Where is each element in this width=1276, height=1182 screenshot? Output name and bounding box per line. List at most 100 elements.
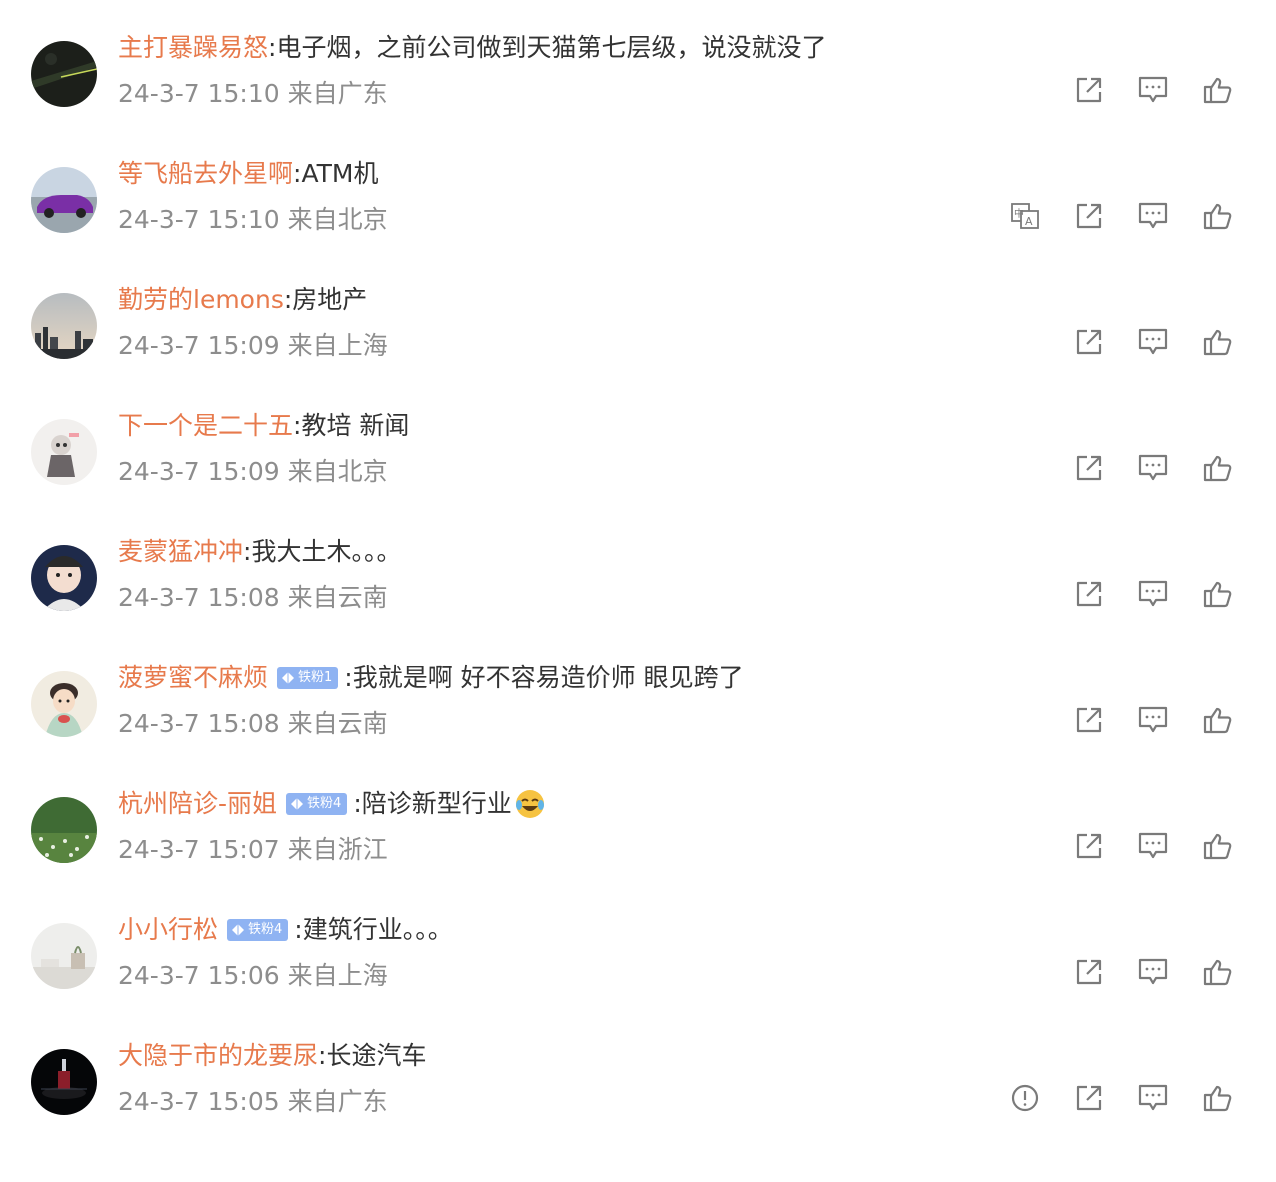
comment-text: 房地产: [292, 285, 368, 314]
comment-actions: [1074, 75, 1232, 105]
like-icon[interactable]: [1202, 327, 1232, 357]
fan-badge-label: 铁粉1: [298, 670, 333, 685]
username-link[interactable]: 主打暴躁易怒: [118, 30, 268, 66]
username-link[interactable]: 菠萝蜜不麻烦: [118, 660, 268, 696]
comment-text: 我就是啊 好不容易造价师 眼见跨了: [352, 663, 744, 692]
comment-icon[interactable]: [1138, 327, 1168, 357]
comment-line: 主打暴躁易怒: 电子烟，之前公司做到天猫第七层级，说没就没了: [118, 30, 826, 66]
comment-line: 勤劳的lemons: 房地产: [118, 282, 367, 318]
share-icon[interactable]: [1074, 957, 1104, 987]
comment-line: 下一个是二十五: 教培 新闻: [118, 408, 409, 444]
comment-icon[interactable]: [1138, 705, 1168, 735]
comment-text: 教培 新闻: [301, 411, 410, 440]
username-link[interactable]: 大隐于市的龙要尿: [118, 1038, 318, 1074]
avatar[interactable]: [31, 1049, 97, 1115]
comment-text: ATM机: [301, 159, 379, 188]
svg-text:中: 中: [1014, 207, 1024, 220]
name-separator: :: [293, 411, 302, 440]
username-link[interactable]: 等飞船去外星啊: [118, 156, 293, 192]
name-separator: :: [344, 663, 353, 692]
username-link[interactable]: 麦蒙猛冲冲: [118, 534, 243, 570]
avatar[interactable]: [31, 167, 97, 233]
share-icon[interactable]: [1074, 831, 1104, 861]
avatar[interactable]: [31, 293, 97, 359]
name-separator: :: [293, 159, 302, 188]
like-icon[interactable]: [1202, 957, 1232, 987]
comment-icon[interactable]: [1138, 1083, 1168, 1113]
avatar[interactable]: [31, 545, 97, 611]
comment-actions: [1074, 453, 1232, 483]
fan-badge[interactable]: 铁粉4: [227, 919, 289, 941]
avatar[interactable]: [31, 41, 97, 107]
name-separator: :: [243, 537, 252, 566]
comment-meta: 24-3-7 15:07 来自浙江: [118, 835, 388, 864]
comment-meta: 24-3-7 15:05 来自广东: [118, 1087, 388, 1116]
comment-line: 菠萝蜜不麻烦 铁粉1: 我就是啊 好不容易造价师 眼见跨了: [118, 660, 744, 696]
comment-actions: [1074, 705, 1232, 735]
like-icon[interactable]: [1202, 831, 1232, 861]
share-icon[interactable]: [1074, 705, 1104, 735]
fan-badge[interactable]: 铁粉4: [286, 793, 348, 815]
comment-actions: 中A: [1010, 201, 1232, 231]
laughing-tears-emoji-icon: [512, 788, 546, 820]
comment-icon[interactable]: [1138, 453, 1168, 483]
comment-text: 长途汽车: [326, 1041, 427, 1070]
comment-actions: [1074, 327, 1232, 357]
report-icon[interactable]: [1010, 1083, 1040, 1113]
comment-line: 杭州陪诊-丽姐 铁粉4: 陪诊新型行业: [118, 786, 546, 822]
fan-badge[interactable]: 铁粉1: [277, 667, 339, 689]
share-icon[interactable]: [1074, 579, 1104, 609]
comment-meta: 24-3-7 15:08 来自云南: [118, 583, 388, 612]
comment-meta: 24-3-7 15:10 来自广东: [118, 79, 388, 108]
comment-text: 我大土木。。。: [251, 537, 402, 566]
share-icon[interactable]: [1074, 1083, 1104, 1113]
comment-line: 麦蒙猛冲冲: 我大土木。。。: [118, 534, 401, 570]
name-separator: :: [294, 915, 303, 944]
comment-text: 建筑行业。。。: [302, 915, 453, 944]
svg-text:A: A: [1025, 215, 1033, 228]
comment-meta: 24-3-7 15:06 来自上海: [118, 961, 388, 990]
comment-icon[interactable]: [1138, 201, 1168, 231]
username-link[interactable]: 小小行松: [118, 912, 218, 948]
avatar[interactable]: [31, 797, 97, 863]
comment-icon[interactable]: [1138, 75, 1168, 105]
username-link[interactable]: 下一个是二十五: [118, 408, 293, 444]
share-icon[interactable]: [1074, 201, 1104, 231]
comment-line: 等飞船去外星啊: ATM机: [118, 156, 378, 192]
avatar[interactable]: [31, 419, 97, 485]
avatar[interactable]: [31, 923, 97, 989]
avatar[interactable]: [31, 671, 97, 737]
comment-meta: 24-3-7 15:10 来自北京: [118, 205, 388, 234]
comment-meta: 24-3-7 15:09 来自北京: [118, 457, 388, 486]
comment-actions: [1010, 1083, 1232, 1113]
name-separator: :: [283, 285, 293, 314]
comment-icon[interactable]: [1138, 579, 1168, 609]
comment-actions: [1074, 957, 1232, 987]
comment-icon[interactable]: [1138, 957, 1168, 987]
like-icon[interactable]: [1202, 705, 1232, 735]
name-separator: :: [353, 789, 362, 818]
like-icon[interactable]: [1202, 453, 1232, 483]
comment-text: 陪诊新型行业: [361, 789, 512, 818]
fan-badge-label: 铁粉4: [307, 796, 342, 811]
like-icon[interactable]: [1202, 1083, 1232, 1113]
translate-icon[interactable]: 中A: [1010, 201, 1040, 231]
like-icon[interactable]: [1202, 201, 1232, 231]
comment-line: 大隐于市的龙要尿: 长途汽车: [118, 1038, 426, 1074]
username-link[interactable]: 杭州陪诊-丽姐: [118, 786, 277, 822]
username-link[interactable]: 勤劳的lemons: [118, 282, 284, 318]
share-icon[interactable]: [1074, 327, 1104, 357]
share-icon[interactable]: [1074, 453, 1104, 483]
comment-actions: [1074, 831, 1232, 861]
comment-text: 电子烟，之前公司做到天猫第七层级，说没就没了: [276, 33, 827, 62]
name-separator: :: [318, 1041, 327, 1070]
comment-meta: 24-3-7 15:09 来自上海: [118, 331, 388, 360]
like-icon[interactable]: [1202, 75, 1232, 105]
comment-icon[interactable]: [1138, 831, 1168, 861]
like-icon[interactable]: [1202, 579, 1232, 609]
comment-line: 小小行松 铁粉4: 建筑行业。。。: [118, 912, 453, 948]
name-separator: :: [268, 33, 277, 62]
comment-actions: [1074, 579, 1232, 609]
share-icon[interactable]: [1074, 75, 1104, 105]
fan-badge-label: 铁粉4: [248, 922, 283, 937]
